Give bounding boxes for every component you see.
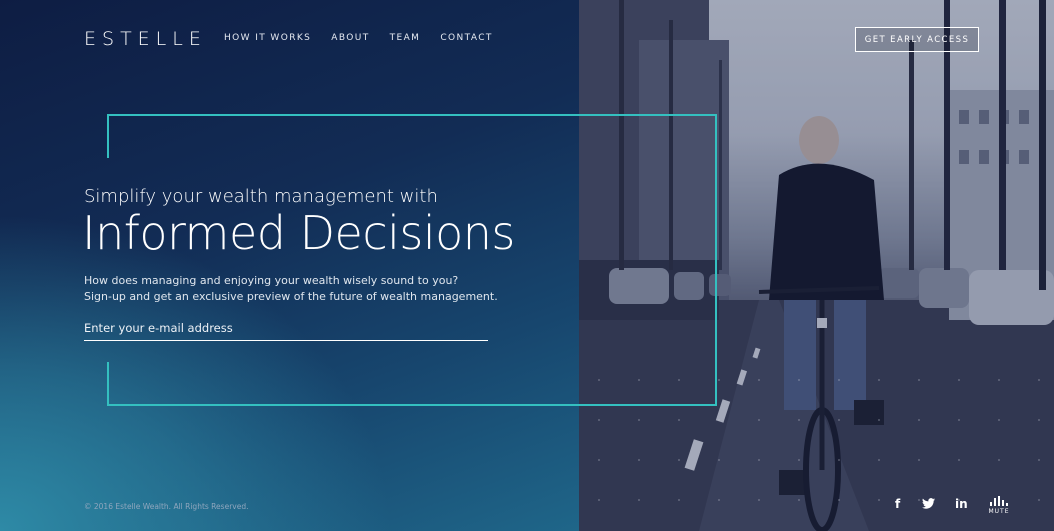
- accent-frame-left-bottom: [107, 362, 109, 406]
- brand-logo[interactable]: ESTELLE: [84, 28, 207, 50]
- get-early-access-button[interactable]: GET EARLY ACCESS: [855, 27, 979, 52]
- mute-label: MUTE: [988, 508, 1010, 515]
- linkedin-icon[interactable]: in: [955, 497, 968, 511]
- nav-item-about[interactable]: ABOUT: [331, 33, 369, 43]
- nav-item-contact[interactable]: CONTACT: [440, 33, 492, 43]
- facebook-icon[interactable]: f: [895, 497, 900, 511]
- nav-item-how-it-works[interactable]: HOW IT WORKS: [224, 33, 311, 43]
- hero-description: How does managing and enjoying your weal…: [84, 273, 498, 305]
- mute-button[interactable]: MUTE: [986, 496, 1012, 515]
- nav-item-team[interactable]: TEAM: [390, 33, 421, 43]
- sound-bars-icon: [986, 496, 1012, 506]
- accent-frame-left-top: [107, 114, 109, 158]
- hero-background: [0, 0, 579, 531]
- hero-photo: [579, 0, 1054, 531]
- hero-description-line-1: How does managing and enjoying your weal…: [84, 274, 459, 287]
- accent-frame-right: [715, 114, 717, 406]
- accent-frame-top: [107, 114, 717, 116]
- hero-headline: Informed Decisions: [82, 206, 515, 260]
- twitter-bird-glyph: [922, 498, 935, 509]
- twitter-icon[interactable]: [922, 498, 935, 512]
- accent-frame-bottom: [107, 404, 717, 406]
- cyclist-street-image: [579, 0, 1054, 531]
- landing-page: ESTELLE HOW IT WORKS ABOUT TEAM CONTACT …: [0, 0, 1054, 531]
- copyright-text: © 2016 Estelle Wealth. All Rights Reserv…: [84, 502, 249, 511]
- hero-subtitle: Simplify your wealth management with: [84, 186, 438, 207]
- hero-description-line-2: Sign-up and get an exclusive preview of …: [84, 290, 498, 303]
- main-nav: HOW IT WORKS ABOUT TEAM CONTACT: [224, 33, 493, 43]
- email-field[interactable]: [84, 316, 488, 341]
